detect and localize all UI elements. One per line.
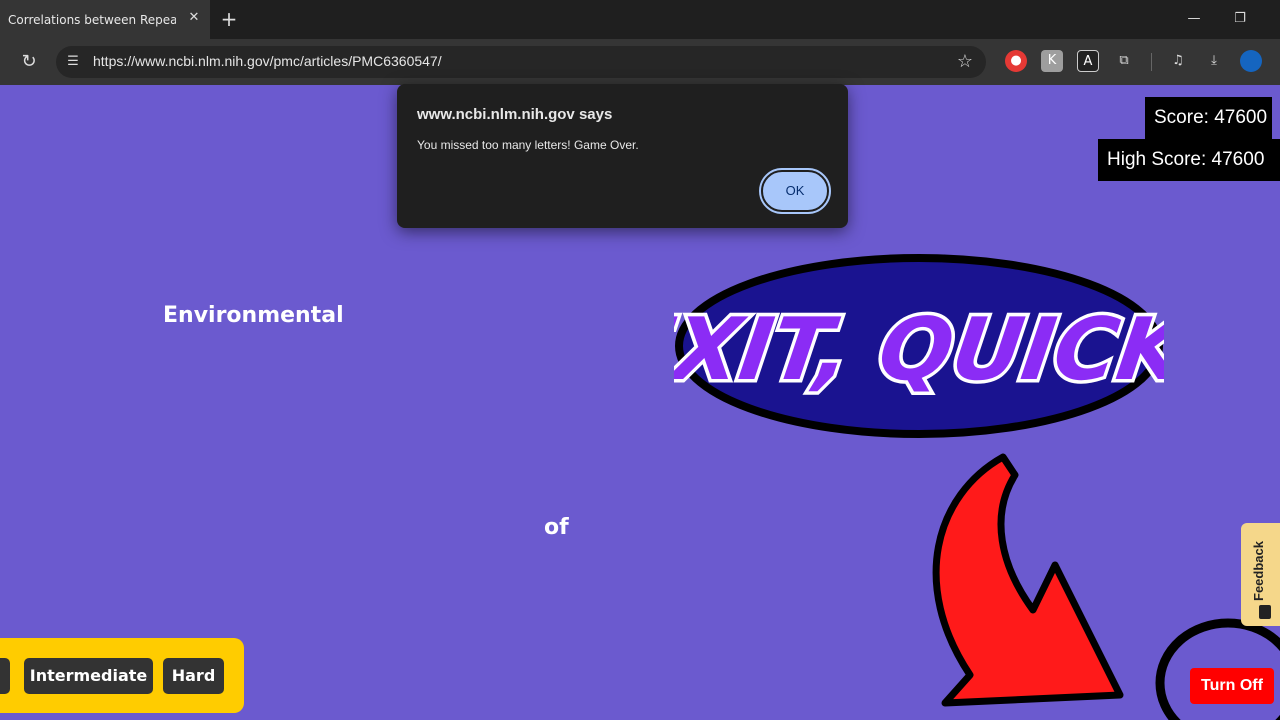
alert-title: www.ncbi.nlm.nih.gov says xyxy=(417,106,613,123)
hard-button[interactable]: Hard xyxy=(163,658,224,694)
exit-quick-text: EXIT, QUICK! xyxy=(674,300,1164,400)
alert-message: You missed too many letters! Game Over. xyxy=(417,138,639,152)
feedback-icon xyxy=(1259,605,1271,619)
alert-dialog: www.ncbi.nlm.nih.gov says You missed too… xyxy=(397,84,848,228)
download-icon[interactable]: ⤓ xyxy=(1203,50,1225,72)
extension-a-icon[interactable]: A xyxy=(1077,50,1099,72)
extension-red-icon[interactable]: ● xyxy=(1005,50,1027,72)
falling-word: Environmental xyxy=(163,303,344,328)
difficulty-panel: y Intermediate Hard xyxy=(0,638,244,713)
address-bar[interactable]: ☰ https://www.ncbi.nlm.nih.gov/pmc/artic… xyxy=(56,46,986,78)
browser-tab[interactable]: Correlations between Repeated ✕ xyxy=(0,0,210,39)
feedback-label: Feedback xyxy=(1251,541,1266,601)
media-icon[interactable]: ♫ xyxy=(1167,50,1189,72)
extension-k-icon[interactable]: K xyxy=(1041,50,1063,72)
easy-button[interactable]: y xyxy=(0,658,10,694)
new-tab-button[interactable]: + xyxy=(218,6,240,32)
profile-avatar[interactable] xyxy=(1240,50,1262,72)
site-info-icon[interactable]: ☰ xyxy=(64,53,82,71)
score-display: Score: 47600 xyxy=(1145,97,1272,139)
high-score-display: High Score: 47600 xyxy=(1098,139,1280,181)
turn-off-button[interactable]: Turn Off xyxy=(1190,668,1274,704)
restore-icon[interactable]: ❐ xyxy=(1228,8,1252,30)
toolbar-separator xyxy=(1151,53,1152,71)
red-arrow-graphic xyxy=(932,453,1124,707)
feedback-tab[interactable]: Feedback xyxy=(1241,523,1280,626)
intermediate-button[interactable]: Intermediate xyxy=(24,658,153,694)
bookmark-star-icon[interactable]: ☆ xyxy=(954,51,976,73)
tab-strip: Correlations between Repeated ✕ + — ❐ xyxy=(0,0,1280,39)
falling-word: of xyxy=(544,515,569,540)
url-text[interactable]: https://www.ncbi.nlm.nih.gov/pmc/article… xyxy=(93,53,442,69)
close-tab-icon[interactable]: ✕ xyxy=(186,10,202,28)
exit-quick-banner: EXIT, QUICK! xyxy=(674,254,1164,438)
minimize-icon[interactable]: — xyxy=(1182,8,1206,30)
extensions-puzzle-icon[interactable]: ⧉ xyxy=(1113,50,1135,72)
browser-toolbar: ↻ ☰ https://www.ncbi.nlm.nih.gov/pmc/art… xyxy=(0,39,1280,85)
ok-button[interactable]: OK xyxy=(759,168,831,214)
reload-icon[interactable]: ↻ xyxy=(18,51,40,73)
tab-title: Correlations between Repeated xyxy=(8,12,176,27)
